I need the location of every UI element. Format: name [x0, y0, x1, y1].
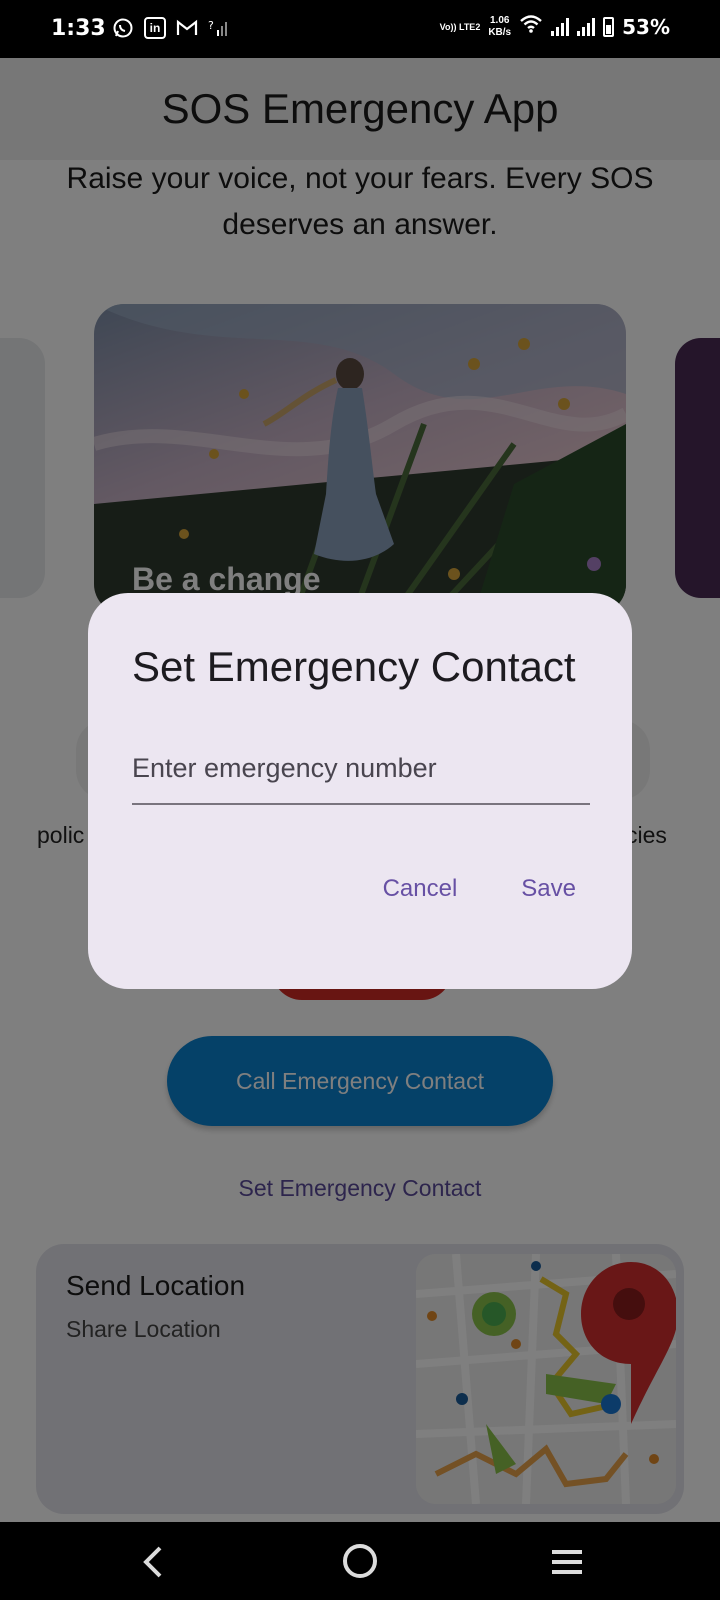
volte-indicator: Vo)) LTE2: [439, 21, 481, 32]
battery-percent: 53%: [622, 14, 670, 39]
emergency-number-input[interactable]: [132, 733, 590, 805]
dialog-actions: Cancel Save: [371, 863, 588, 915]
whatsapp-icon: [112, 17, 134, 39]
linkedin-icon: in: [144, 17, 166, 39]
set-emergency-contact-dialog: Set Emergency Contact Cancel Save: [88, 593, 632, 989]
save-button[interactable]: Save: [509, 863, 588, 915]
network-speed-unit: KB/s: [488, 26, 512, 38]
status-time: 1:33: [51, 16, 106, 41]
system-status: Vo)) LTE2 1.06 KB/s 53%: [440, 14, 670, 39]
recents-icon[interactable]: [550, 1548, 584, 1576]
back-icon[interactable]: [134, 1542, 174, 1582]
network-speed-value: 1.06: [489, 14, 510, 26]
signal-unknown-icon: ?: [208, 17, 230, 39]
signal-strength-icon-2: [577, 17, 596, 36]
wifi-icon: [519, 14, 543, 39]
battery-icon: [603, 16, 615, 37]
svg-text:?: ?: [208, 19, 214, 32]
navigation-bar: [0, 1522, 720, 1600]
signal-strength-icon: [551, 17, 570, 36]
gmail-icon: [176, 17, 198, 39]
network-speed: 1.06 KB/s: [488, 15, 511, 39]
dialog-title: Set Emergency Contact: [132, 643, 576, 690]
notification-icons: in ?: [112, 17, 230, 39]
status-bar: 1:33 in ? Vo)) LTE2 1.06 KB/s 53%: [0, 0, 720, 58]
home-icon[interactable]: [343, 1544, 377, 1578]
cancel-button[interactable]: Cancel: [371, 863, 470, 915]
